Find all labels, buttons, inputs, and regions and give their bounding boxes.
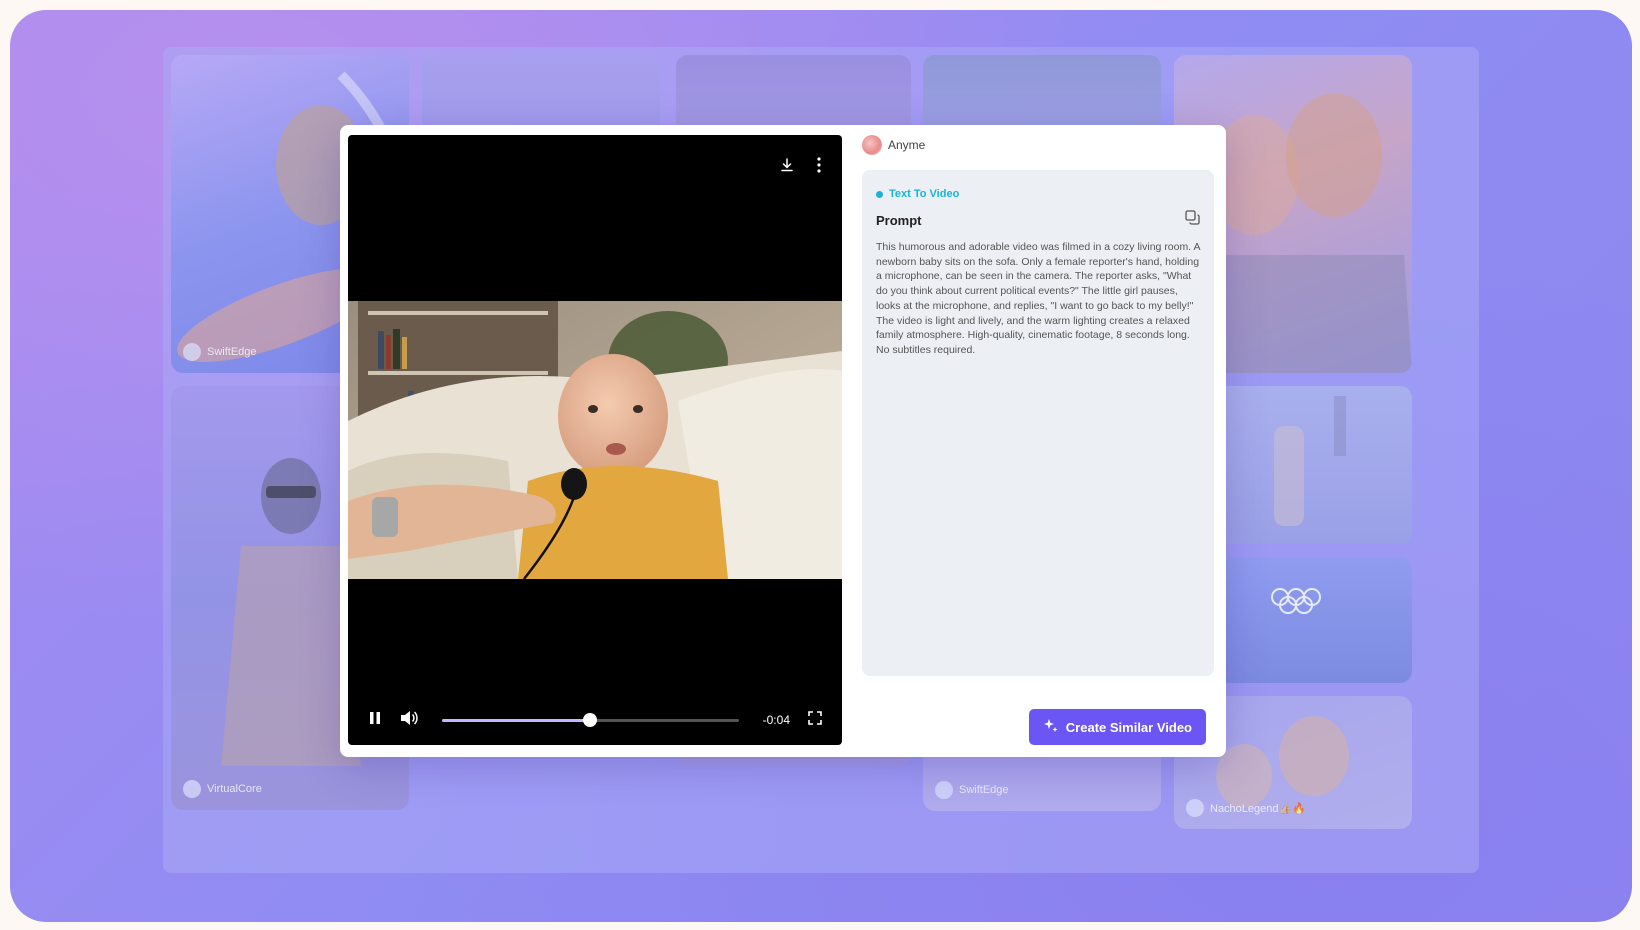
- download-icon[interactable]: [780, 158, 794, 177]
- prompt-card: Text To Video Prompt This humorous and a…: [862, 170, 1214, 676]
- prompt-title: Prompt: [876, 212, 922, 228]
- pause-icon[interactable]: [368, 711, 382, 730]
- video-player[interactable]: -0:04: [348, 135, 842, 745]
- tile-author: NachoLegend👍🏼🔥: [1186, 799, 1306, 817]
- avatar: [183, 343, 201, 361]
- video-progress-bar[interactable]: [442, 712, 739, 727]
- baby-interview-image: [348, 301, 842, 579]
- avatar: [862, 135, 882, 155]
- avatar: [935, 781, 953, 799]
- video-frame: [348, 301, 842, 579]
- username: Anyme: [888, 138, 926, 152]
- avatar: [183, 780, 201, 798]
- progress-thumb[interactable]: [583, 712, 598, 727]
- video-control-bar: -0:04: [348, 695, 842, 745]
- avatar: [1186, 799, 1204, 817]
- time-remaining: -0:04: [762, 713, 790, 727]
- more-vertical-icon[interactable]: [816, 157, 822, 178]
- tile-author: VirtualCore: [183, 780, 262, 798]
- create-similar-video-button[interactable]: Create Similar Video: [1028, 709, 1206, 745]
- tile-author: SwiftEdge: [183, 343, 257, 361]
- progress-fill: [442, 718, 591, 722]
- fullscreen-icon[interactable]: [808, 710, 822, 730]
- details-panel: Anyme Text To Video Prompt This humorous…: [862, 125, 1218, 757]
- video-top-controls: [780, 157, 822, 178]
- create-button-label: Create Similar Video: [1065, 719, 1192, 735]
- tile-author: SwiftEdge: [935, 781, 1009, 799]
- tag-dot: [876, 190, 883, 198]
- copy-icon[interactable]: [1185, 210, 1200, 230]
- author-info[interactable]: Anyme: [862, 135, 925, 155]
- prompt-text: This humorous and adorable video was fil…: [876, 241, 1200, 356]
- sparkle-icon: [1043, 718, 1059, 737]
- video-detail-modal: -0:04 Anyme Text To Video Prompt This hu…: [340, 125, 1226, 757]
- volume-icon[interactable]: [400, 710, 418, 731]
- generation-type-tag: Text To Video: [876, 188, 1200, 200]
- prompt-header: Prompt: [876, 210, 1200, 230]
